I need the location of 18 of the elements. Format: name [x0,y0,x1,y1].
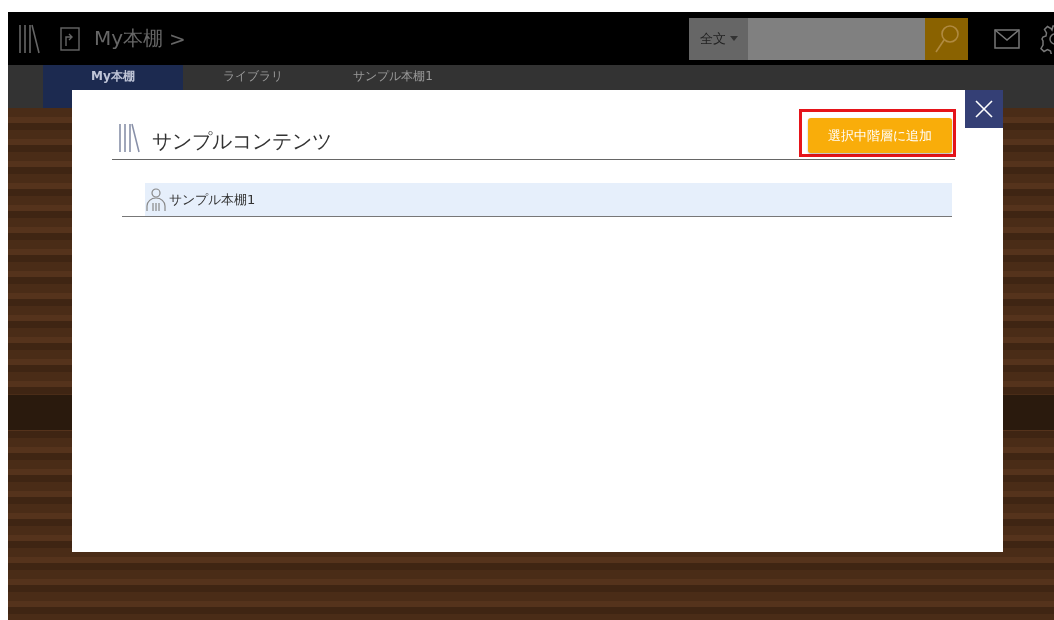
breadcrumb-separator: > [169,26,186,51]
tab[interactable]: サンプル本棚1 [323,65,463,108]
tree-item[interactable]: サンプル本棚1 [145,183,952,216]
person-icon [145,187,167,212]
search-field[interactable] [748,17,925,60]
bookshelf-icon [118,123,140,153]
breadcrumb-link[interactable]: My本棚 [94,25,164,52]
search-scope-dropdown[interactable]: 全文 [689,17,748,60]
tab[interactable]: ライブラリ [183,65,323,108]
bookshelf-icon [18,23,40,54]
dialog-title: サンプルコンテンツ [152,128,332,155]
caret-icon [729,36,738,41]
close-icon [974,99,994,119]
mail-icon[interactable] [994,28,1020,49]
search-button[interactable] [925,17,968,60]
tree-item-label: サンプル本棚1 [169,190,256,209]
search-icon [933,23,960,54]
close-button[interactable] [965,90,1003,128]
